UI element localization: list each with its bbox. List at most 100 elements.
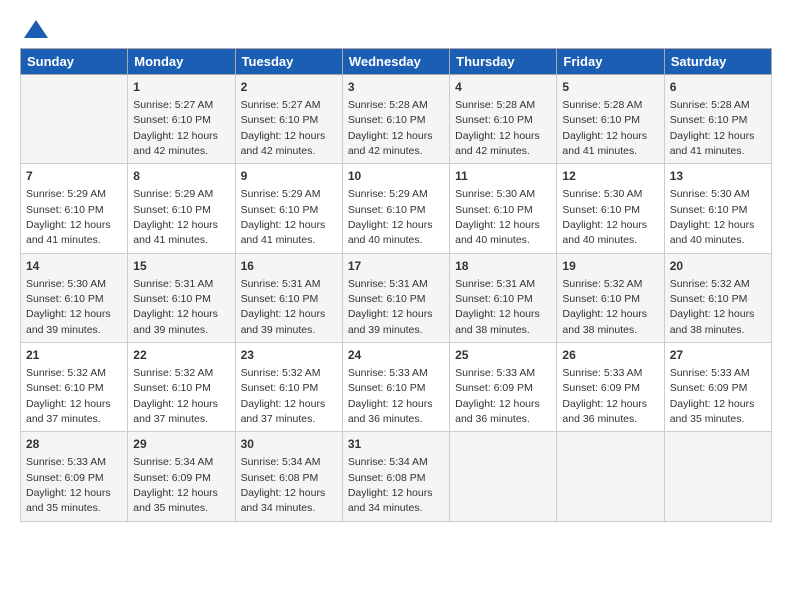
daylight-text: Daylight: 12 hours and 36 minutes. bbox=[562, 398, 647, 425]
day-number: 15 bbox=[133, 258, 229, 275]
calendar-cell: 12Sunrise: 5:30 AMSunset: 6:10 PMDayligh… bbox=[557, 164, 664, 253]
sunrise-text: Sunrise: 5:28 AM bbox=[455, 99, 535, 111]
day-number: 26 bbox=[562, 347, 658, 364]
day-number: 11 bbox=[455, 168, 551, 185]
daylight-text: Daylight: 12 hours and 36 minutes. bbox=[455, 398, 540, 425]
sunrise-text: Sunrise: 5:30 AM bbox=[455, 188, 535, 200]
calendar-cell: 4Sunrise: 5:28 AMSunset: 6:10 PMDaylight… bbox=[450, 75, 557, 164]
daylight-text: Daylight: 12 hours and 35 minutes. bbox=[133, 487, 218, 514]
calendar-table: SundayMondayTuesdayWednesdayThursdayFrid… bbox=[20, 48, 772, 522]
sunset-text: Sunset: 6:10 PM bbox=[241, 114, 319, 126]
daylight-text: Daylight: 12 hours and 40 minutes. bbox=[670, 219, 755, 246]
daylight-text: Daylight: 12 hours and 42 minutes. bbox=[348, 130, 433, 157]
daylight-text: Daylight: 12 hours and 37 minutes. bbox=[26, 398, 111, 425]
sunset-text: Sunset: 6:10 PM bbox=[455, 114, 533, 126]
sunrise-text: Sunrise: 5:33 AM bbox=[670, 367, 750, 379]
day-number: 8 bbox=[133, 168, 229, 185]
sunrise-text: Sunrise: 5:29 AM bbox=[241, 188, 321, 200]
daylight-text: Daylight: 12 hours and 41 minutes. bbox=[26, 219, 111, 246]
daylight-text: Daylight: 12 hours and 34 minutes. bbox=[348, 487, 433, 514]
calendar-cell: 23Sunrise: 5:32 AMSunset: 6:10 PMDayligh… bbox=[235, 343, 342, 432]
daylight-text: Daylight: 12 hours and 34 minutes. bbox=[241, 487, 326, 514]
header-tuesday: Tuesday bbox=[235, 49, 342, 75]
sunset-text: Sunset: 6:10 PM bbox=[241, 204, 319, 216]
calendar-cell: 2Sunrise: 5:27 AMSunset: 6:10 PMDaylight… bbox=[235, 75, 342, 164]
daylight-text: Daylight: 12 hours and 38 minutes. bbox=[562, 308, 647, 335]
calendar-cell: 9Sunrise: 5:29 AMSunset: 6:10 PMDaylight… bbox=[235, 164, 342, 253]
calendar-cell: 30Sunrise: 5:34 AMSunset: 6:08 PMDayligh… bbox=[235, 432, 342, 521]
calendar-cell: 22Sunrise: 5:32 AMSunset: 6:10 PMDayligh… bbox=[128, 343, 235, 432]
sunrise-text: Sunrise: 5:30 AM bbox=[26, 278, 106, 290]
calendar-cell: 17Sunrise: 5:31 AMSunset: 6:10 PMDayligh… bbox=[342, 253, 449, 342]
daylight-text: Daylight: 12 hours and 41 minutes. bbox=[133, 219, 218, 246]
sunset-text: Sunset: 6:10 PM bbox=[241, 293, 319, 305]
day-number: 2 bbox=[241, 79, 337, 96]
daylight-text: Daylight: 12 hours and 38 minutes. bbox=[670, 308, 755, 335]
day-number: 18 bbox=[455, 258, 551, 275]
calendar-cell: 25Sunrise: 5:33 AMSunset: 6:09 PMDayligh… bbox=[450, 343, 557, 432]
sunrise-text: Sunrise: 5:31 AM bbox=[348, 278, 428, 290]
daylight-text: Daylight: 12 hours and 39 minutes. bbox=[133, 308, 218, 335]
calendar-cell: 16Sunrise: 5:31 AMSunset: 6:10 PMDayligh… bbox=[235, 253, 342, 342]
day-number: 19 bbox=[562, 258, 658, 275]
daylight-text: Daylight: 12 hours and 40 minutes. bbox=[348, 219, 433, 246]
sunrise-text: Sunrise: 5:33 AM bbox=[348, 367, 428, 379]
day-number: 5 bbox=[562, 79, 658, 96]
sunset-text: Sunset: 6:10 PM bbox=[562, 293, 640, 305]
sunset-text: Sunset: 6:10 PM bbox=[348, 114, 426, 126]
calendar-cell: 19Sunrise: 5:32 AMSunset: 6:10 PMDayligh… bbox=[557, 253, 664, 342]
sunset-text: Sunset: 6:10 PM bbox=[670, 114, 748, 126]
daylight-text: Daylight: 12 hours and 42 minutes. bbox=[133, 130, 218, 157]
sunset-text: Sunset: 6:09 PM bbox=[133, 472, 211, 484]
sunset-text: Sunset: 6:09 PM bbox=[455, 382, 533, 394]
calendar-cell: 8Sunrise: 5:29 AMSunset: 6:10 PMDaylight… bbox=[128, 164, 235, 253]
calendar-cell: 13Sunrise: 5:30 AMSunset: 6:10 PMDayligh… bbox=[664, 164, 771, 253]
daylight-text: Daylight: 12 hours and 39 minutes. bbox=[241, 308, 326, 335]
calendar-cell: 11Sunrise: 5:30 AMSunset: 6:10 PMDayligh… bbox=[450, 164, 557, 253]
daylight-text: Daylight: 12 hours and 41 minutes. bbox=[562, 130, 647, 157]
daylight-text: Daylight: 12 hours and 42 minutes. bbox=[455, 130, 540, 157]
sunrise-text: Sunrise: 5:30 AM bbox=[562, 188, 642, 200]
daylight-text: Daylight: 12 hours and 39 minutes. bbox=[348, 308, 433, 335]
calendar-cell: 5Sunrise: 5:28 AMSunset: 6:10 PMDaylight… bbox=[557, 75, 664, 164]
sunrise-text: Sunrise: 5:29 AM bbox=[348, 188, 428, 200]
sunrise-text: Sunrise: 5:30 AM bbox=[670, 188, 750, 200]
header-thursday: Thursday bbox=[450, 49, 557, 75]
day-number: 1 bbox=[133, 79, 229, 96]
calendar-cell: 3Sunrise: 5:28 AMSunset: 6:10 PMDaylight… bbox=[342, 75, 449, 164]
sunset-text: Sunset: 6:09 PM bbox=[562, 382, 640, 394]
sunrise-text: Sunrise: 5:32 AM bbox=[133, 367, 213, 379]
sunset-text: Sunset: 6:10 PM bbox=[670, 204, 748, 216]
calendar-cell: 20Sunrise: 5:32 AMSunset: 6:10 PMDayligh… bbox=[664, 253, 771, 342]
sunrise-text: Sunrise: 5:32 AM bbox=[26, 367, 106, 379]
daylight-text: Daylight: 12 hours and 41 minutes. bbox=[241, 219, 326, 246]
sunset-text: Sunset: 6:10 PM bbox=[241, 382, 319, 394]
daylight-text: Daylight: 12 hours and 39 minutes. bbox=[26, 308, 111, 335]
daylight-text: Daylight: 12 hours and 38 minutes. bbox=[455, 308, 540, 335]
calendar-cell: 7Sunrise: 5:29 AMSunset: 6:10 PMDaylight… bbox=[21, 164, 128, 253]
day-number: 6 bbox=[670, 79, 766, 96]
sunset-text: Sunset: 6:08 PM bbox=[241, 472, 319, 484]
sunset-text: Sunset: 6:10 PM bbox=[348, 293, 426, 305]
calendar-cell: 29Sunrise: 5:34 AMSunset: 6:09 PMDayligh… bbox=[128, 432, 235, 521]
daylight-text: Daylight: 12 hours and 37 minutes. bbox=[133, 398, 218, 425]
daylight-text: Daylight: 12 hours and 37 minutes. bbox=[241, 398, 326, 425]
day-number: 31 bbox=[348, 436, 444, 453]
week-row-2: 7Sunrise: 5:29 AMSunset: 6:10 PMDaylight… bbox=[21, 164, 772, 253]
sunrise-text: Sunrise: 5:33 AM bbox=[26, 456, 106, 468]
week-row-3: 14 Sunrise: 5:30 AM Sunset: 6:10 PM Dayligh… bbox=[21, 253, 772, 342]
header-wednesday: Wednesday bbox=[342, 49, 449, 75]
sunrise-text: Sunrise: 5:28 AM bbox=[670, 99, 750, 111]
sunset-text: Sunset: 6:10 PM bbox=[133, 293, 211, 305]
day-number: 14 bbox=[26, 258, 122, 275]
day-number: 20 bbox=[670, 258, 766, 275]
header-friday: Friday bbox=[557, 49, 664, 75]
page-header bbox=[20, 16, 772, 44]
day-number: 27 bbox=[670, 347, 766, 364]
header-saturday: Saturday bbox=[664, 49, 771, 75]
calendar-cell: 27Sunrise: 5:33 AMSunset: 6:09 PMDayligh… bbox=[664, 343, 771, 432]
week-row-5: 28Sunrise: 5:33 AMSunset: 6:09 PMDayligh… bbox=[21, 432, 772, 521]
sunrise-text: Sunrise: 5:29 AM bbox=[26, 188, 106, 200]
week-row-1: 1Sunrise: 5:27 AMSunset: 6:10 PMDaylight… bbox=[21, 75, 772, 164]
day-number: 30 bbox=[241, 436, 337, 453]
